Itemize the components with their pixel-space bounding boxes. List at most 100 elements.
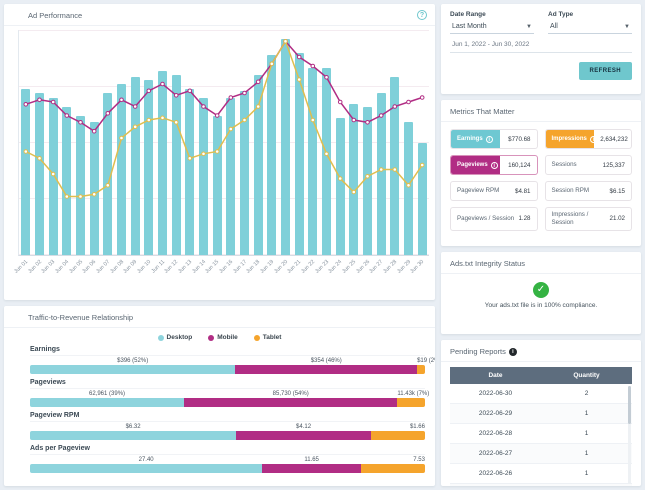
legend-label: Desktop <box>167 334 193 341</box>
traffic-row-pageviews: Pageviews62,961 (39%)85,730 (54%)11.43k … <box>30 379 425 407</box>
date-range-group: Date Range Last Month ▼ <box>450 11 534 34</box>
segment-value-tablet: $1.66 <box>371 424 425 430</box>
legend-dot-icon <box>254 335 260 341</box>
segment-value-tablet: 11.43k (7%) <box>397 391 425 397</box>
chevron-down-icon: ▼ <box>526 24 532 30</box>
segment-value-desktop: 62,961 (39%) <box>30 391 184 397</box>
chart-point <box>311 64 315 68</box>
ad-performance-panel: Ad Performance ? Jun 01Jun 02Jun 03Jun 0… <box>4 4 435 300</box>
bar-segment-mobile <box>235 365 417 374</box>
metric-card-pageview-rpm: Pageview RPM$4.81 <box>450 181 538 201</box>
bar-segment-mobile <box>262 464 361 473</box>
chart-point <box>174 121 178 125</box>
metric-chip-pageviews[interactable]: Pageviewsi <box>451 156 500 174</box>
chart-point <box>379 114 383 118</box>
chart-point <box>393 105 397 109</box>
table-cell: 2 <box>541 384 632 403</box>
refresh-button[interactable]: REFRESH <box>579 62 632 80</box>
legend-item-desktop[interactable]: Desktop <box>158 334 193 341</box>
table-cell <box>450 484 541 486</box>
ad-type-select[interactable]: All ▼ <box>548 18 632 34</box>
info-icon[interactable]: i <box>491 162 498 169</box>
ad-performance-header: Ad Performance ? <box>4 4 435 26</box>
pending-reports-table: DateQuantity 2022-06-3022022-06-2912022-… <box>450 367 632 486</box>
bar-segment-desktop <box>30 365 235 374</box>
left-column: Ad Performance ? Jun 01Jun 02Jun 03Jun 0… <box>4 4 435 486</box>
table-row: 2022-06-261 <box>450 464 632 484</box>
metric-value: 1.28 <box>514 215 530 222</box>
chart-point <box>202 105 206 109</box>
bar-segment-tablet <box>397 398 425 407</box>
help-circle-icon[interactable]: ? <box>417 10 427 20</box>
chart-point <box>120 98 124 102</box>
segment-value-mobile: $354 (46%) <box>235 358 417 364</box>
metric-chip-impressions[interactable]: Impressionsi <box>546 130 595 148</box>
chart-point <box>161 82 165 86</box>
bar-segment-tablet <box>361 464 425 473</box>
info-icon[interactable]: i <box>486 136 493 143</box>
traffic-row-earnings: Earnings$396 (52%)$354 (46%)$19 (2%) <box>30 346 425 374</box>
pending-reports-panel: Pending Reportsi DateQuantity 2022-06-30… <box>441 340 641 486</box>
metric-label: Earnings <box>457 136 483 142</box>
segment-value-desktop: $6.32 <box>30 424 236 430</box>
metric-card-pageviews[interactable]: Pageviewsi160,124 <box>450 155 538 175</box>
chart-point <box>133 125 137 129</box>
table-cell: 1 <box>541 424 632 443</box>
chart-point <box>243 118 247 122</box>
table-cell: 1 <box>541 404 632 423</box>
chart-point <box>229 127 233 131</box>
metric-card-earnings[interactable]: Earningsi$770.68 <box>450 129 538 149</box>
legend-item-tablet[interactable]: Tablet <box>254 334 282 341</box>
traffic-legend: Desktop Mobile Tablet <box>4 334 435 341</box>
traffic-row-label: Earnings <box>30 346 425 356</box>
chart-point <box>147 89 151 93</box>
ad-type-label: Ad Type <box>548 11 632 18</box>
pending-reports-title: Pending Reportsi <box>441 340 641 362</box>
date-span-field[interactable]: Jun 1, 2022 - Jun 30, 2022 <box>450 34 632 53</box>
chart-point <box>243 91 247 95</box>
chart-point <box>188 89 192 93</box>
chart-point <box>188 157 192 161</box>
right-column: Date Range Last Month ▼ Ad Type All ▼ Ju… <box>441 4 641 486</box>
ad-performance-plot <box>18 30 429 256</box>
chart-point <box>379 168 383 172</box>
segment-value-tablet: $19 (2%) <box>417 358 425 364</box>
metric-label: Impressions <box>552 136 587 142</box>
legend-label: Mobile <box>217 334 238 341</box>
segment-value-mobile: $4.12 <box>236 424 371 430</box>
chart-point <box>284 40 288 44</box>
chart-point <box>420 96 424 100</box>
table-body: 2022-06-3022022-06-2912022-06-2812022-06… <box>450 384 632 486</box>
bar-segment-tablet <box>417 365 425 374</box>
table-scrollbar[interactable] <box>628 386 631 484</box>
traffic-revenue-title: Traffic-to-Revenue Relationship <box>4 306 435 328</box>
metric-card-impressions[interactable]: Impressionsi2,634,232 <box>545 129 633 149</box>
legend-item-mobile[interactable]: Mobile <box>208 334 238 341</box>
check-circle-icon: ✓ <box>533 282 549 298</box>
metric-chip-earnings[interactable]: Earningsi <box>451 130 500 148</box>
chart-point <box>338 177 342 181</box>
metric-value: 2,634,232 <box>594 133 632 146</box>
chart-point <box>65 114 69 118</box>
legend-dot-icon <box>158 335 164 341</box>
chart-point <box>352 190 356 194</box>
metric-value: $770.68 <box>500 133 537 146</box>
info-icon[interactable]: i <box>509 348 517 356</box>
bar-segment-tablet <box>371 431 425 440</box>
chart-point <box>106 184 110 188</box>
table-cell: 2022-06-27 <box>450 444 541 463</box>
metric-card-sessions: Sessions125,337 <box>545 155 633 175</box>
chart-point <box>407 184 411 188</box>
metric-card-session-rpm: Session RPM$6.15 <box>545 181 633 201</box>
chart-point <box>366 175 370 179</box>
traffic-revenue-panel: Traffic-to-Revenue Relationship Desktop M… <box>4 306 435 486</box>
chart-point <box>161 116 165 120</box>
chart-point <box>325 76 329 80</box>
ad-performance-x-axis: Jun 01Jun 02Jun 03Jun 04Jun 05Jun 06Jun … <box>18 256 429 292</box>
chart-point <box>147 118 151 122</box>
date-range-select[interactable]: Last Month ▼ <box>450 18 534 34</box>
chart-point <box>256 80 260 84</box>
scrollbar-thumb[interactable] <box>628 386 631 424</box>
adstxt-message: Your ads.txt file is in 100% compliance. <box>441 302 641 309</box>
chart-point <box>38 98 42 102</box>
